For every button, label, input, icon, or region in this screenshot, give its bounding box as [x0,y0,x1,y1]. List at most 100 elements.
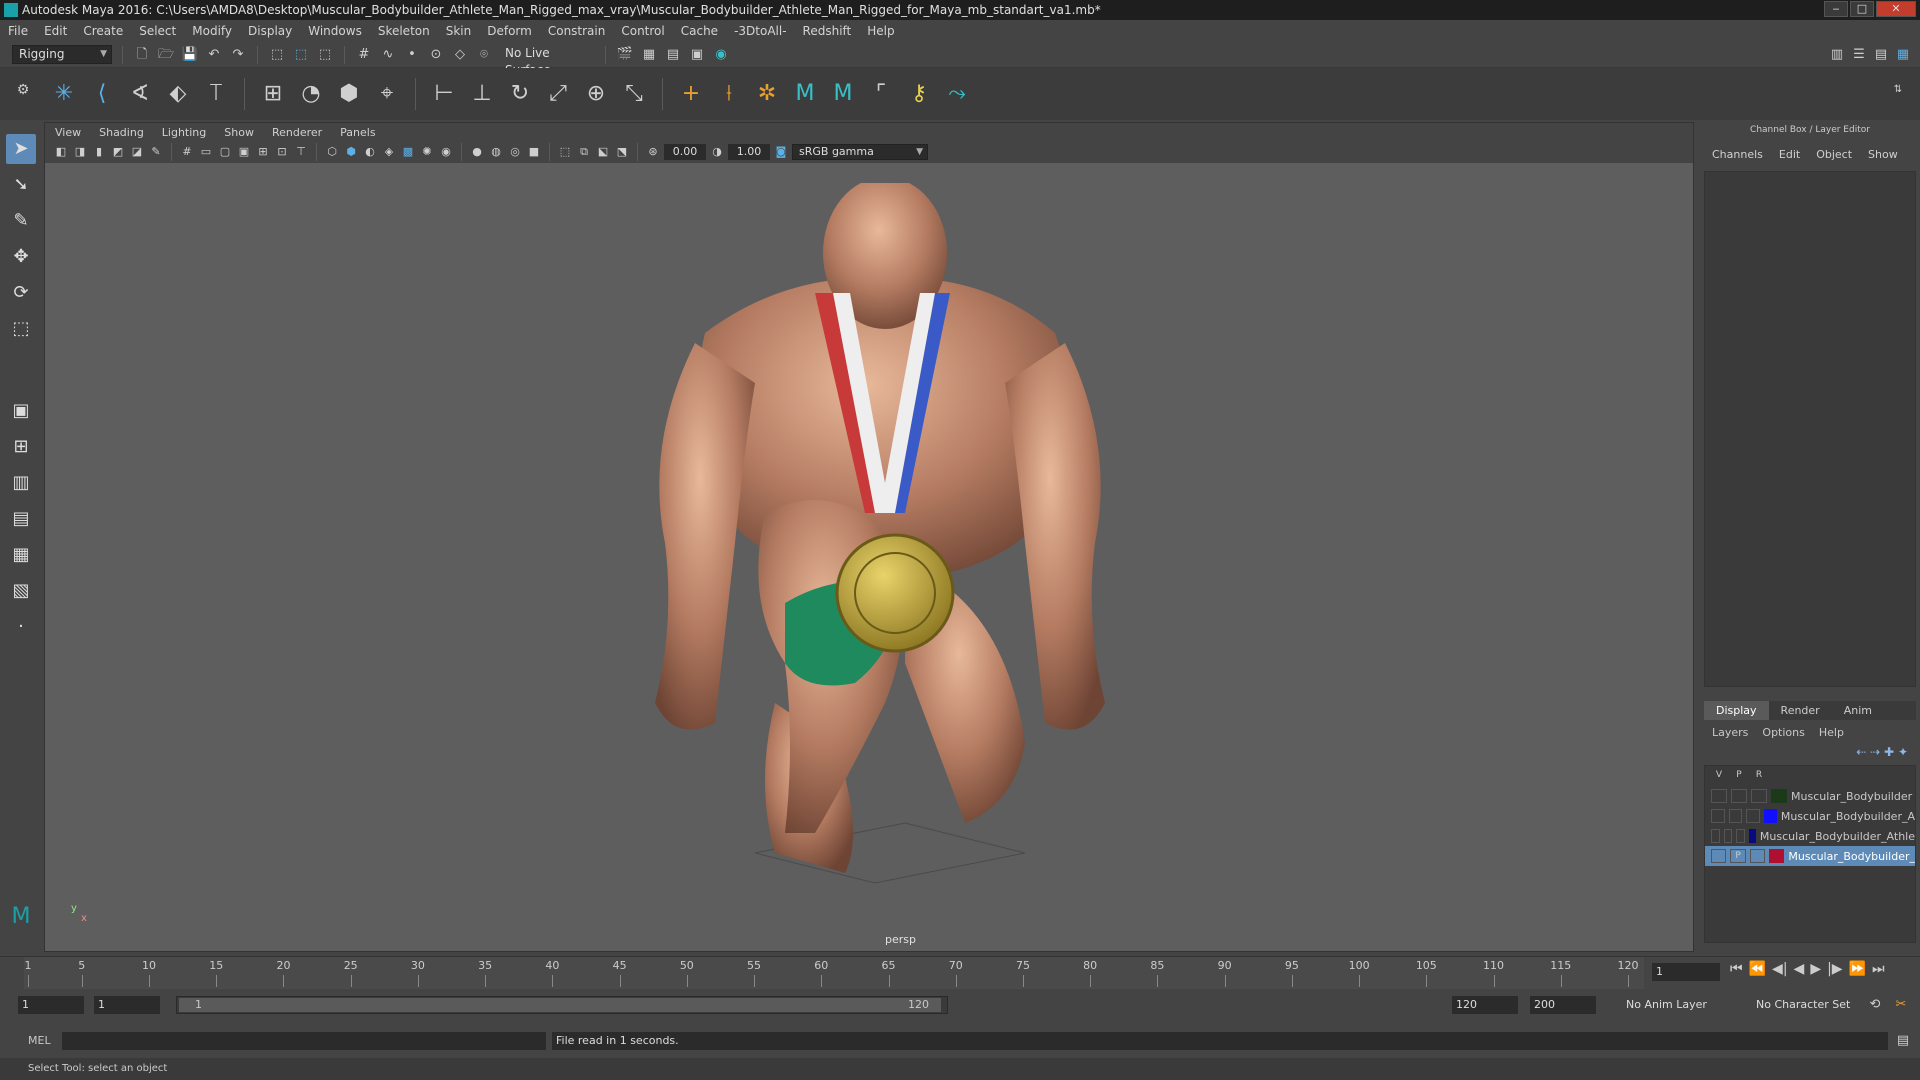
use-all-lights-icon[interactable]: ▩ [400,144,416,160]
graph-editor-icon[interactable]: ⤳ [943,80,971,108]
blank-icon[interactable]: ⌜ [867,80,895,108]
hik-icon[interactable]: ✲ [753,80,781,108]
menu-create[interactable]: Create [83,24,123,38]
set-driven-key-icon[interactable]: ⚷ [905,80,933,108]
viewport-menu-view[interactable]: View [55,126,81,139]
menuset-dropdown[interactable]: Rigging ▼ [12,45,112,64]
orient-joint-icon[interactable]: ⟙ [202,80,230,108]
select-camera-icon[interactable]: ◧ [53,144,69,160]
channel-box-area[interactable] [1704,171,1916,687]
step-back-key-icon[interactable]: ⏪ [1749,961,1766,977]
menu-file[interactable]: File [8,24,28,38]
layer-visibility-toggle[interactable] [1711,849,1727,863]
cluster-icon[interactable]: ⌖ [373,80,401,108]
shadows-icon[interactable]: ✺ [419,144,435,160]
layer-menu-layers[interactable]: Layers [1712,726,1748,739]
menu-windows[interactable]: Windows [308,24,362,38]
select-tool-icon[interactable]: ➤ [6,134,36,164]
safe-title-icon[interactable]: ⊤ [293,144,309,160]
shelf-menu-icon[interactable]: ⚙ [16,76,30,104]
new-layer-icon[interactable]: ✦ [1898,745,1908,759]
snap-grid-icon[interactable]: # [355,46,373,64]
select-component-icon[interactable]: ⬚ [316,46,334,64]
layer-visibility-toggle[interactable] [1711,789,1727,803]
time-ruler[interactable]: 1 5 10 15 20 25 30 35 40 45 50 55 60 65 70 75 80 85 90 95 10… [24,957,1644,989]
scale-tool-icon[interactable]: ⬚ [6,314,36,344]
layer-playback-toggle[interactable] [1728,809,1743,823]
layer-color-swatch[interactable] [1763,809,1777,823]
menu-3dtoall[interactable]: -3DtoAll- [734,24,786,38]
bind-skin-icon[interactable]: ⊞ [259,80,287,108]
menu-cache[interactable]: Cache [681,24,718,38]
layer-playback-toggle[interactable] [1731,789,1747,803]
close-button[interactable]: ✕ [1876,1,1916,17]
layer-reference-toggle[interactable] [1746,809,1760,823]
snap-projected-center-icon[interactable]: ⊙ [427,46,445,64]
attribute-editor-icon[interactable]: ☰ [1850,46,1868,64]
image-plane-icon[interactable]: ◩ [110,144,126,160]
step-forward-key-icon[interactable]: ⏩ [1849,961,1866,977]
redo-icon[interactable]: ↷ [229,46,247,64]
viewport-panel[interactable]: View Shading Lighting Show Renderer Pane… [44,122,1694,952]
layer-name[interactable]: Muscular_Bodybuilder [1791,790,1912,803]
viewport-menu-lighting[interactable]: Lighting [162,126,206,139]
grease-pencil-icon[interactable]: ✎ [148,144,164,160]
paint-select-icon[interactable]: ✎ [6,206,36,236]
orient-constraint-icon[interactable]: ↻ [506,80,534,108]
exposure-field[interactable]: 0.00 [664,144,706,160]
character-model[interactable] [605,183,1165,893]
auto-key-icon[interactable]: ⟲ [1866,996,1884,1014]
scale-constraint-icon[interactable]: ⤢ [544,80,572,108]
move-layer-up-icon[interactable]: ⇠ [1856,745,1866,759]
layer-color-swatch[interactable] [1771,789,1787,803]
go-to-end-icon[interactable]: ⏭ [1872,961,1885,977]
channel-box-menu-edit[interactable]: Edit [1779,148,1800,161]
layer-playback-toggle[interactable]: P [1730,849,1746,863]
persp-outliner-layout-icon[interactable]: ▥ [6,468,36,498]
smooth-shade-icon[interactable]: ⬢ [343,144,359,160]
minimize-button[interactable]: ‒ [1824,1,1848,17]
wireframe-on-shaded-icon[interactable]: ◐ [362,144,378,160]
layer-name[interactable]: Muscular_Bodybuilder_Athle [1760,830,1915,843]
animation-prefs-icon[interactable]: ✂ [1892,996,1910,1014]
gamma-field[interactable]: 1.00 [728,144,770,160]
film-gate-icon[interactable]: ▭ [198,144,214,160]
channel-box-menu-object[interactable]: Object [1816,148,1852,161]
start-time-field[interactable]: 1 [18,996,84,1014]
maximize-button[interactable]: □ [1850,1,1874,17]
menu-display[interactable]: Display [248,24,292,38]
undo-icon[interactable]: ↶ [205,46,223,64]
view-transform-dropdown[interactable]: sRGB gamma ▼ [792,144,928,160]
lattice-icon[interactable]: ⬢ [335,80,363,108]
tab-render[interactable]: Render [1769,701,1832,720]
playback-end-field[interactable]: 120 [1452,996,1518,1014]
render-settings-icon[interactable]: ▤ [664,46,682,64]
menu-control[interactable]: Control [621,24,664,38]
pole-vector-icon[interactable]: ⤡ [620,80,648,108]
layer-color-swatch[interactable] [1769,849,1785,863]
ik-spline-icon[interactable]: ∢ [126,80,154,108]
color-management-icon[interactable]: ◙ [773,144,789,160]
grid-icon[interactable]: # [179,144,195,160]
shelf-scroll-icon[interactable]: ⇅ [1884,76,1912,104]
move-layer-down-icon[interactable]: ⇢ [1870,745,1880,759]
twod-pan-zoom-icon[interactable]: ◪ [129,144,145,160]
new-layer-selected-icon[interactable]: ✚ [1884,745,1894,759]
textured-icon[interactable]: ◈ [381,144,397,160]
viewport-menu-renderer[interactable]: Renderer [272,126,322,139]
select-object-icon[interactable]: ⬚ [292,46,310,64]
layer-reference-toggle[interactable] [1736,829,1745,843]
layer-visibility-toggle[interactable] [1711,829,1720,843]
ipr-render-icon[interactable]: ▦ [640,46,658,64]
aim-constraint-icon[interactable]: ⊕ [582,80,610,108]
step-back-frame-icon[interactable]: ◀| [1772,961,1787,977]
end-time-field[interactable]: 200 [1530,996,1596,1014]
select-hierarchy-icon[interactable]: ⬚ [268,46,286,64]
menu-skeleton[interactable]: Skeleton [378,24,430,38]
quick-rig-icon[interactable]: M [829,80,857,108]
current-frame-field[interactable]: 1 [1652,963,1720,981]
snap-curve-icon[interactable]: ∿ [379,46,397,64]
move-tool-icon[interactable]: ✥ [6,242,36,272]
layer-menu-options[interactable]: Options [1762,726,1804,739]
joint-label-icon[interactable]: ⟊ [715,80,743,108]
